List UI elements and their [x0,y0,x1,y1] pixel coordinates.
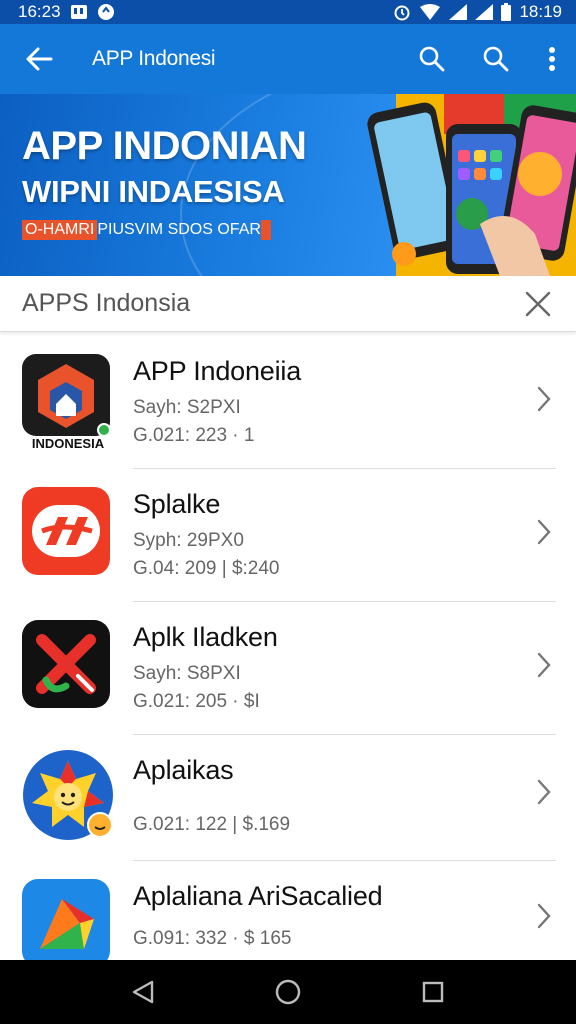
list-item[interactable]: Aplk Iladken Sayh: S8PXI G.021: 205 · $I [0,602,576,735]
signal-icon [449,4,468,20]
banner-tag-highlight: O-HAMRI [22,220,98,240]
nav-back-icon [132,980,153,1004]
status-right: 18:19 [393,2,562,22]
app-list: INDONESIA APP Indoneiia Sayh: S2PXI G.02… [0,336,576,967]
back-button[interactable] [0,24,78,94]
nav-home-button[interactable] [258,962,318,1022]
chevron-right-icon [537,652,551,678]
app-name: Splalke [133,489,221,519]
app-stats: G.021: 205 · $I [133,691,260,712]
status-time-left: 16:23 [18,2,61,21]
app-meta: Sayh: S8PXI [133,663,241,684]
search-button[interactable] [400,24,464,94]
promo-banner[interactable]: APP INDONIAN WIPNI INDAESISA O-HAMRI PIU… [0,94,576,276]
clear-search-button[interactable] [500,276,576,332]
more-options-button[interactable] [528,24,576,94]
app-stats: G.021: 122 | $.169 [133,814,291,835]
app-info: Aplaikas G.021: 122 | $.169 [133,755,516,836]
list-item[interactable]: Aplaikas G.021: 122 | $.169 [0,735,576,861]
app-name: Aplaikas [133,755,234,785]
nav-back-button[interactable] [113,962,173,1022]
app-info: Aplaliana AriSacalied G.091: 332 · $ 165 [133,881,516,950]
list-item[interactable]: INDONESIA APP Indoneiia Sayh: S2PXI G.02… [0,336,576,469]
app-meta: Sayh: S2PXI [133,397,241,418]
chevron-right-icon [537,386,551,412]
indonesia-app-icon: INDONESIA [22,354,112,451]
back-arrow-icon [26,47,53,71]
app-name: Aplaliana AriSacalied [133,881,383,911]
list-item[interactable]: Splalke Syph: 29PX0 G.04: 209 | $:240 [0,469,576,602]
chevron-right-icon [537,519,551,545]
chevron-right-icon [537,779,551,805]
app-name: APP Indoneiia [133,356,302,386]
battery-icon [501,3,512,21]
banner-tag-text: PIUSVIM SDOS OFAR [97,221,261,238]
more-vert-icon [549,47,555,71]
search-query[interactable]: APPS Indonsia [0,289,500,318]
aplaliana-app-icon [22,879,112,969]
app-stats: G.04: 209 | $:240 [133,558,280,579]
app-bar: APP Indonesi [0,24,576,94]
banner-phones-illustration [367,94,576,276]
search-icon [483,46,509,72]
nav-recents-button[interactable] [403,962,463,1022]
search-bar[interactable]: APPS Indonsia [0,276,576,332]
app-info: Splalke Syph: 29PX0 G.04: 209 | $:240 [133,489,516,580]
alarm-icon [393,3,411,21]
chevron-right-icon [537,903,551,929]
splalke-app-icon [22,487,112,577]
notification-icon [70,5,87,19]
app-stats: G.021: 223 · 1 [133,425,255,446]
status-time-right: 18:19 [519,2,562,21]
navigation-bar [0,960,576,1024]
app-info: APP Indoneiia Sayh: S2PXI G.021: 223 · 1 [133,356,516,447]
search-icon [419,46,445,72]
list-item[interactable]: Aplaliana AriSacalied G.091: 332 · $ 165 [0,861,576,967]
wifi-icon [419,4,441,20]
banner-subheadline: WIPNI INDAESISA [22,174,285,209]
app-info: Aplk Iladken Sayh: S8PXI G.021: 205 · $I [133,622,516,713]
banner-headline: APP INDONIAN [22,124,307,168]
banner-tag: O-HAMRI PIUSVIM SDOS OFAR [22,220,271,240]
app-meta: Syph: 29PX0 [133,530,244,551]
sync-icon [97,3,115,21]
status-bar: 16:23 18:19 [0,0,576,24]
aplaikas-app-icon [22,747,113,840]
app-icon-caption: INDONESIA [31,436,105,451]
nav-recents-icon [423,981,444,1003]
status-left: 16:23 [18,2,393,22]
app-bar-title: APP Indonesi [92,47,216,70]
search-button-2[interactable] [464,24,528,94]
nav-home-icon [275,979,301,1005]
banner-tag-tail [260,220,271,240]
aplk-app-icon [22,620,112,710]
close-icon [525,291,551,316]
signal-icon [475,4,494,20]
app-stats: G.091: 332 · $ 165 [133,928,292,949]
app-name: Aplk Iladken [133,622,278,652]
